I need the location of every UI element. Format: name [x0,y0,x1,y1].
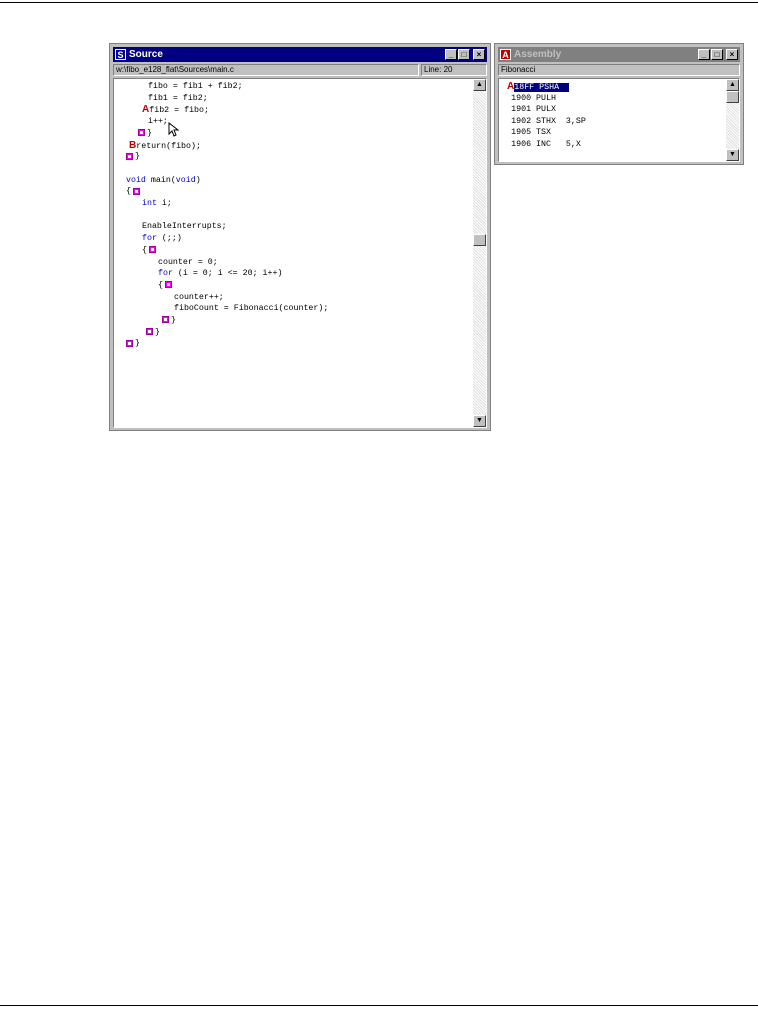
statement-marker-icon[interactable] [146,328,153,335]
assembly-line[interactable]: 1901 PULX [507,104,566,115]
source-vertical-scrollbar[interactable]: ▲ ▼ [473,79,486,427]
code-line[interactable]: for (;;) [142,233,182,244]
scroll-up-button[interactable]: ▲ [473,79,486,91]
source-window-icon: S [115,49,126,60]
statement-marker-icon[interactable] [132,187,140,195]
code-line[interactable]: fibo = fib1 + fib2; [148,81,243,92]
assembly-line[interactable]: 1902 STHX 3,SP [507,116,586,127]
assembly-line[interactable]: 1905 TSX [507,127,566,138]
statement-marker-icon[interactable] [148,246,156,254]
footer-rule [0,1005,758,1006]
maximize-button[interactable]: □ [711,49,723,60]
code-line[interactable]: counter = 0; [158,257,218,268]
scroll-down-button[interactable]: ▼ [473,415,486,427]
source-info-bar: w:\fibo_e128_flat\Sources\main.c Line: 2… [113,64,487,76]
code-line[interactable]: Afib2 = fibo; [142,104,209,115]
code-line[interactable]: counter++; [174,292,224,303]
scroll-down-button[interactable]: ▼ [726,149,739,161]
header-rule [0,2,758,3]
assembly-code-area[interactable]: A18FF PSHA 1900 PULH 1901 PULX 1902 STHX… [498,78,740,162]
assembly-info-bar: Fibonacci [498,64,740,76]
minimize-button[interactable]: _ [445,49,457,60]
source-titlebar[interactable]: S Source _ □ × [113,47,487,62]
code-line[interactable]: fiboCount = Fibonacci(counter); [174,303,328,314]
statement-marker-icon[interactable] [162,316,169,324]
maximize-button[interactable]: □ [458,49,470,60]
minimize-button[interactable]: _ [698,49,710,60]
code-line[interactable]: Breturn(fibo); [129,140,201,151]
code-line[interactable]: } [126,338,140,349]
code-line[interactable]: for (i = 0; i <= 20; i++) [158,268,282,279]
code-line[interactable]: { [126,186,142,197]
code-line[interactable]: } [146,327,160,338]
assembly-vertical-scrollbar[interactable]: ▲ ▼ [726,79,739,161]
code-line[interactable]: } [126,151,140,162]
statement-marker-icon[interactable] [126,339,133,347]
close-button[interactable]: × [473,49,485,60]
scroll-up-button[interactable]: ▲ [726,79,739,91]
assembly-window[interactable]: A Assembly _ □ × Fibonacci A18FF PSHA 19… [494,43,744,165]
code-line[interactable]: EnableInterrupts; [142,221,227,232]
assembly-window-title: Assembly [514,49,562,60]
assembly-function-name: Fibonacci [498,64,740,76]
statement-marker-icon[interactable] [126,152,133,160]
code-line[interactable]: void main(void) [126,175,201,186]
source-file-path: w:\fibo_e128_flat\Sources\main.c [113,64,419,76]
statement-marker-icon[interactable] [164,281,172,289]
code-line[interactable]: } [162,315,176,326]
code-line[interactable]: { [142,245,158,256]
line-indicator: Line: 20 [421,64,487,76]
source-window[interactable]: S Source _ □ × w:\fibo_e128_flat\Sources… [109,43,491,431]
close-button[interactable]: × [726,49,738,60]
code-line[interactable]: i++; [148,116,168,127]
assembly-line[interactable]: 1900 PULH [507,93,566,104]
scroll-thumb[interactable] [473,234,486,246]
assembly-titlebar[interactable]: A Assembly _ □ × [498,47,740,62]
mouse-pointer-icon [168,122,180,137]
assembly-line[interactable]: 1906 INC 5,X [507,139,581,150]
code-line[interactable]: int i; [142,198,172,209]
assembly-window-icon: A [500,49,511,60]
code-line[interactable]: fib1 = fib2; [148,93,208,104]
assembly-line[interactable]: A18FF PSHA [507,81,570,92]
code-line[interactable]: { [158,280,174,291]
source-code-area[interactable]: fibo = fib1 + fib2; fib1 = fib2; Afib2 = f… [113,78,487,428]
source-window-title: Source [129,49,163,60]
code-line[interactable]: } [138,128,152,139]
scroll-thumb[interactable] [726,91,739,103]
assembly-code[interactable]: A18FF PSHA 1900 PULH 1901 PULX 1902 STHX… [499,79,725,161]
statement-marker-icon[interactable] [138,129,145,137]
